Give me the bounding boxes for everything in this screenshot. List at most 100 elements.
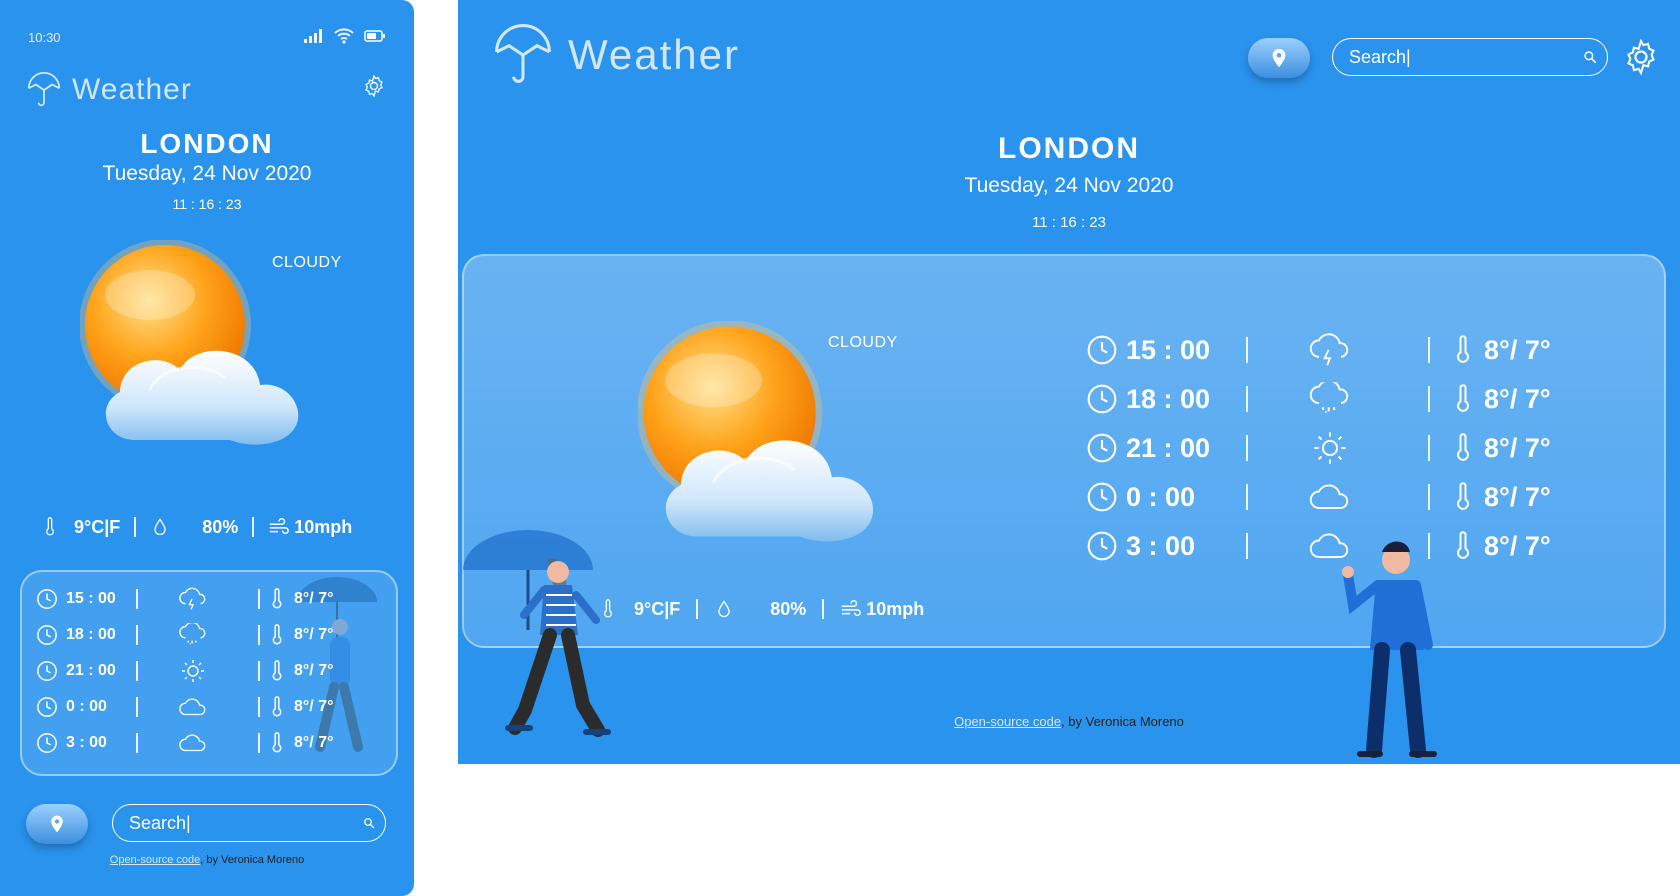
footer: Open-source code, by Veronica Moreno	[0, 854, 414, 866]
divider	[1428, 484, 1430, 510]
forecast-temps: 8°/ 7°	[1484, 530, 1551, 561]
clock-icon	[36, 624, 58, 646]
divider	[258, 733, 260, 753]
cloud-icon	[178, 695, 208, 719]
thermometer-icon	[1448, 482, 1478, 512]
divider	[1246, 484, 1248, 510]
forecast-temps: 8°/ 7°	[1484, 481, 1551, 512]
location-pin-icon	[1268, 46, 1290, 70]
forecast-time-label: 3 : 00	[66, 734, 107, 751]
temperature-value: 9°C|F	[74, 516, 121, 537]
forecast-time-label: 15 : 00	[66, 590, 116, 607]
cloud-icon	[178, 731, 208, 755]
forecast-temps: 8°/ 7°	[294, 662, 334, 679]
city-name: LONDON	[998, 132, 1140, 165]
forecast-time: 18 : 00	[36, 624, 136, 646]
forecast-temps: 8°/ 7°	[294, 734, 334, 751]
current-stats: 9°C|F 80% 10mph	[40, 514, 380, 540]
forecast-time: 15 : 00	[36, 588, 136, 610]
forecast-time-label: 15 : 00	[1126, 334, 1211, 365]
umbrella-logo-icon	[26, 72, 62, 108]
forecast-time: 0 : 00	[36, 696, 136, 718]
forecast-row: 3 : 00 8°/ 7°	[1086, 526, 1566, 566]
forecast-time-label: 0 : 00	[66, 698, 107, 715]
forecast-time-label: 18 : 00	[66, 626, 116, 643]
divider	[136, 733, 138, 753]
source-code-link[interactable]: Open-source code	[110, 854, 201, 866]
footer-author: , by Veronica Moreno	[1061, 714, 1184, 729]
divider	[1246, 386, 1248, 412]
desktop-view: Weather LONDON Tuesday, 24 Nov 2020 11 :…	[458, 0, 1680, 764]
divider	[136, 697, 138, 717]
divider	[136, 589, 138, 609]
sun-icon	[1308, 431, 1352, 465]
location-button[interactable]	[26, 804, 88, 844]
search-input[interactable]	[1347, 45, 1583, 69]
forecast-time: 21 : 00	[1086, 432, 1246, 464]
source-code-link[interactable]: Open-source code	[954, 714, 1061, 729]
thermometer-icon	[266, 696, 288, 718]
wind-icon	[268, 516, 290, 538]
clock-icon	[1086, 432, 1118, 464]
forecast-row: 15 : 00 8°/ 7°	[1086, 330, 1566, 370]
thermometer-icon	[266, 732, 288, 754]
forecast-time-label: 0 : 00	[1126, 481, 1196, 512]
search-icon[interactable]	[1583, 45, 1597, 69]
clock-icon	[36, 696, 58, 718]
app-title: Weather	[72, 73, 192, 106]
signal-icon	[304, 29, 322, 43]
clock-icon	[36, 588, 58, 610]
humidity-drop-icon	[714, 598, 734, 620]
divider	[1246, 533, 1248, 559]
divider	[136, 625, 138, 645]
search-icon[interactable]	[363, 811, 375, 835]
forecast-row: 18 : 00 8°/ 7°	[36, 619, 376, 651]
wind-value: 10mph	[866, 598, 925, 619]
current-time: 11 : 16 : 23	[172, 196, 242, 212]
sun-icon	[178, 659, 208, 683]
clock-icon	[1086, 334, 1118, 366]
app-title: Weather	[568, 31, 740, 78]
forecast-row: 21 : 00 8°/ 7°	[1086, 428, 1566, 468]
divider	[696, 599, 699, 619]
divider	[252, 517, 255, 537]
forecast-row: 21 : 00 8°/ 7°	[36, 655, 376, 687]
search-input[interactable]	[127, 811, 363, 835]
current-time: 11 : 16 : 23	[1032, 214, 1106, 231]
thunder-cloud-icon	[1308, 333, 1352, 367]
wifi-icon	[334, 28, 354, 44]
location-pin-icon	[47, 813, 67, 835]
search-bar	[1332, 38, 1608, 76]
thermometer-icon	[1448, 335, 1478, 365]
forecast-temps: 8°/ 7°	[1484, 432, 1551, 463]
forecast-time: 3 : 00	[36, 732, 136, 754]
clock-icon	[1086, 383, 1118, 415]
forecast-temps: 8°/ 7°	[1484, 383, 1551, 414]
divider	[258, 589, 260, 609]
thermometer-icon	[40, 514, 60, 540]
humidity-drop-icon	[150, 516, 170, 538]
divider	[258, 661, 260, 681]
forecast-row: 0 : 00 8°/ 7°	[36, 691, 376, 723]
forecast-time: 15 : 00	[1086, 334, 1246, 366]
current-date: Tuesday, 24 Nov 2020	[102, 162, 312, 185]
thermometer-icon	[266, 588, 288, 610]
humidity-value: 80%	[202, 516, 239, 537]
temperature-value: 9°C|F	[634, 598, 681, 619]
thermometer-icon	[266, 660, 288, 682]
app-logo: Weather	[492, 24, 740, 86]
divider	[1428, 337, 1430, 363]
thermometer-icon	[1448, 433, 1478, 463]
forecast-time: 21 : 00	[36, 660, 136, 682]
mobile-view: 10:30 Weather LONDON Tuesday, 24 Nov 202…	[0, 0, 414, 896]
clock-icon	[36, 732, 58, 754]
settings-gear-icon[interactable]	[362, 74, 386, 98]
forecast-temps: 8°/ 7°	[294, 626, 334, 643]
clock-icon	[36, 660, 58, 682]
thermometer-icon	[266, 624, 288, 646]
forecast-time-label: 3 : 00	[1126, 530, 1196, 561]
divider	[134, 517, 137, 537]
location-button[interactable]	[1248, 38, 1310, 78]
status-time: 10:30	[28, 30, 61, 45]
settings-gear-icon[interactable]	[1622, 38, 1660, 76]
